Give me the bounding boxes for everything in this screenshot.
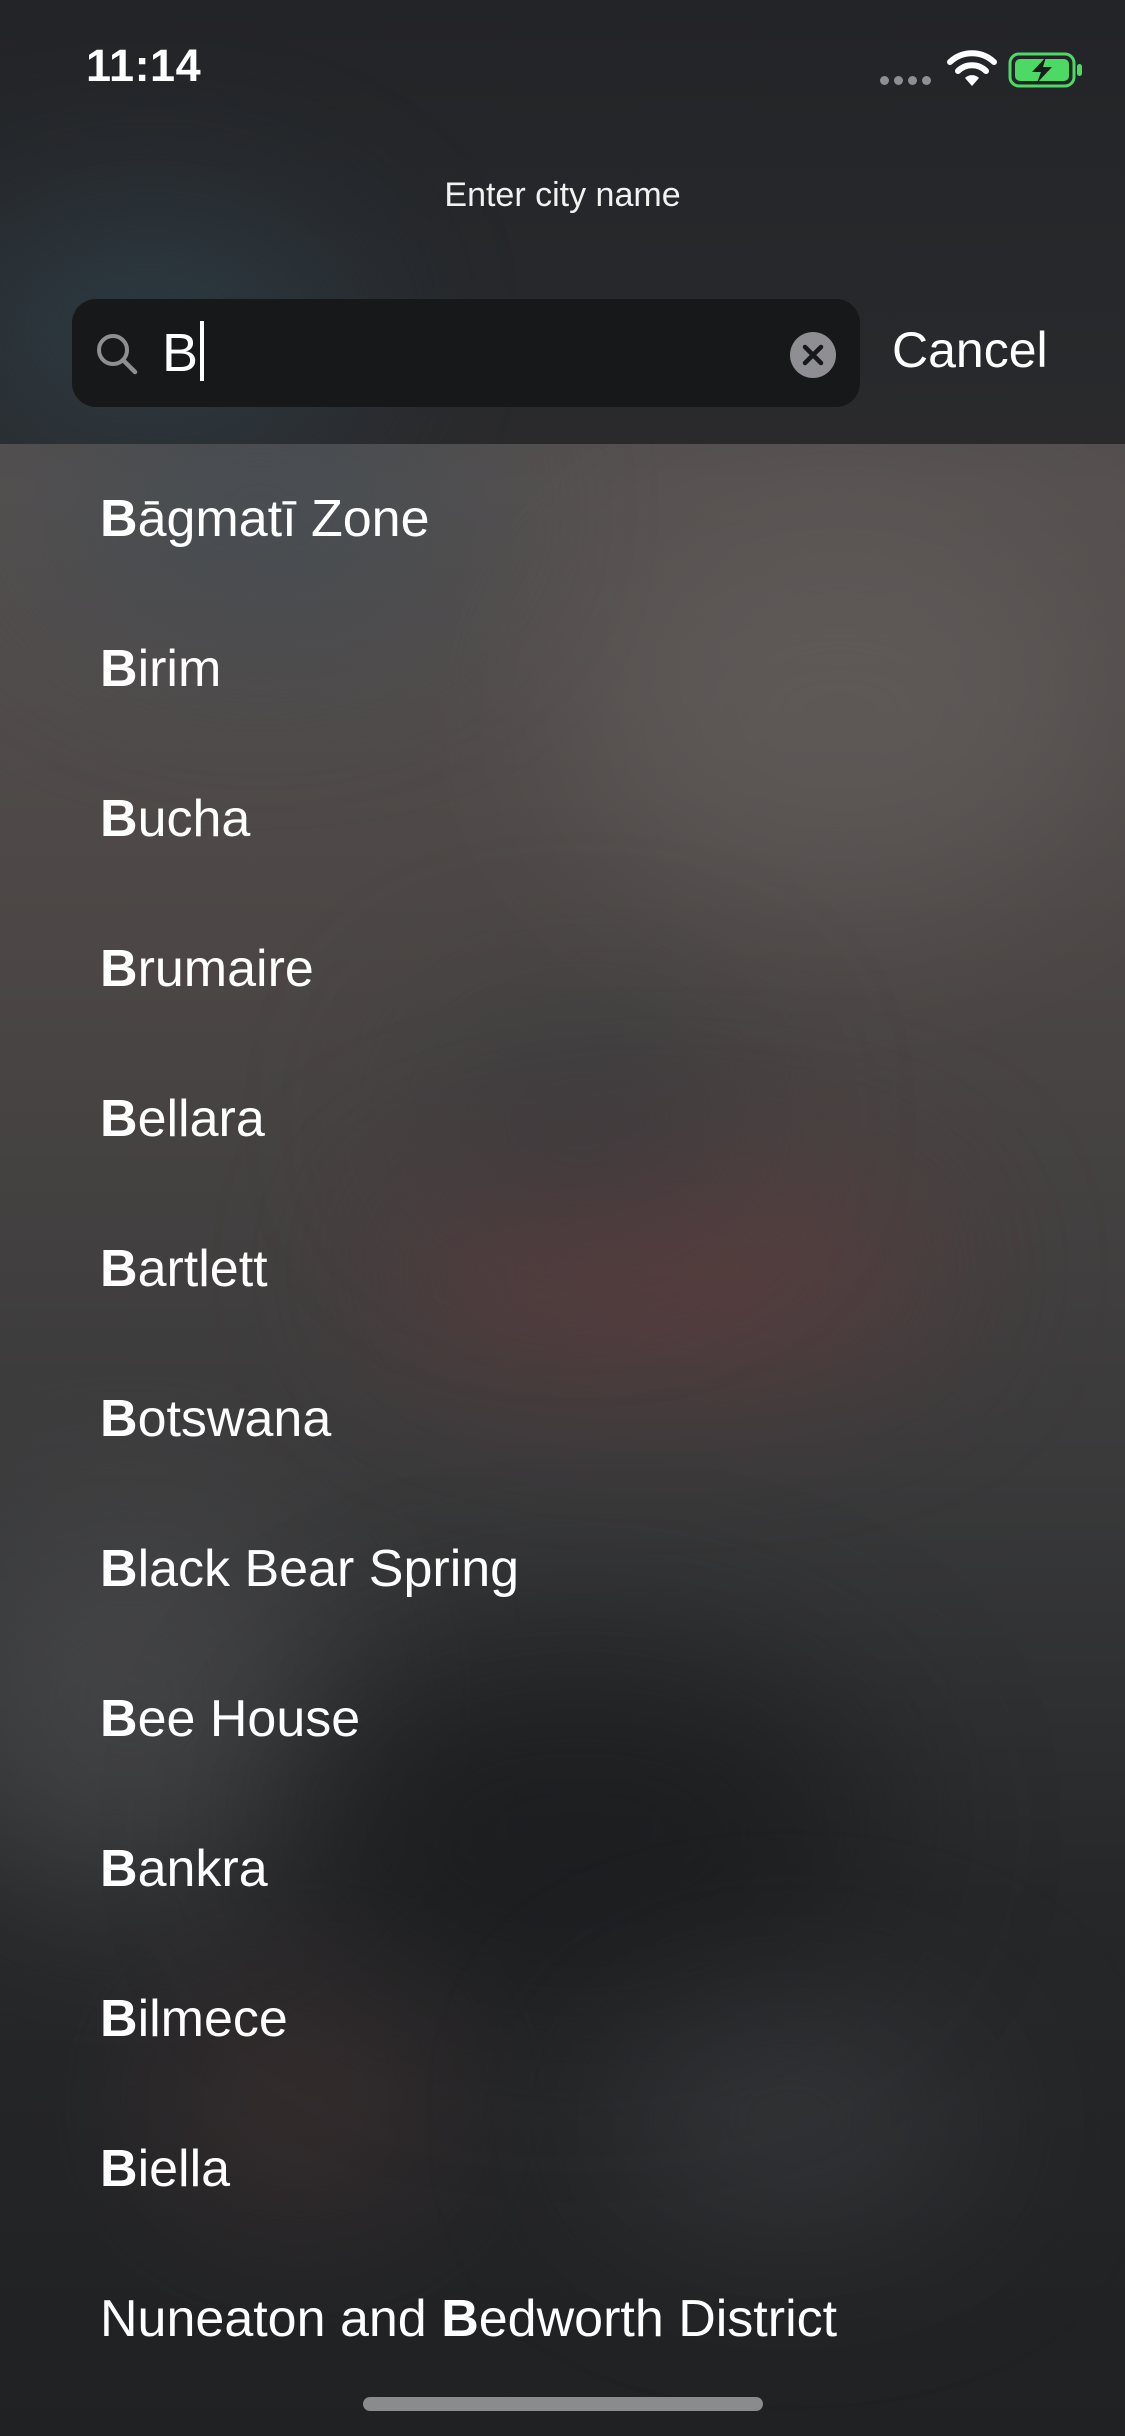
list-item[interactable]: Bankra xyxy=(100,1839,268,1899)
status-time: 11:14 xyxy=(86,40,202,91)
list-item[interactable]: Bucha xyxy=(100,789,250,849)
screen: 11:14 Enter city name B Cancel Bāgmatī Z… xyxy=(0,0,1125,2436)
wifi-icon xyxy=(947,50,997,86)
list-item[interactable]: Bee House xyxy=(100,1689,360,1749)
battery-charging-icon xyxy=(1008,52,1082,88)
page-title: Enter city name xyxy=(444,176,681,214)
list-item[interactable]: Bilmece xyxy=(100,1989,288,2049)
list-item[interactable]: Black Bear Spring xyxy=(100,1539,519,1599)
clear-search-icon[interactable] xyxy=(790,332,836,378)
search-input-value[interactable]: B xyxy=(162,321,205,385)
list-item[interactable]: Bāgmatī Zone xyxy=(100,489,430,549)
text-caret xyxy=(200,321,205,381)
search-icon xyxy=(97,334,138,375)
home-indicator[interactable] xyxy=(363,2397,763,2411)
list-item[interactable]: Nuneaton and Bedworth District xyxy=(100,2289,837,2349)
list-item[interactable]: Biella xyxy=(100,2139,230,2199)
search-header: 11:14 Enter city name B Cancel xyxy=(0,0,1125,444)
list-item[interactable]: Bartlett xyxy=(100,1239,268,1299)
list-item[interactable]: Bellara xyxy=(100,1089,265,1149)
search-input[interactable]: B xyxy=(72,299,860,407)
list-item[interactable]: Botswana xyxy=(100,1389,331,1449)
list-item[interactable]: Birim xyxy=(100,639,221,699)
list-item[interactable]: Brumaire xyxy=(100,939,314,999)
cancel-button[interactable]: Cancel xyxy=(892,321,1048,379)
status-bar: 11:14 xyxy=(0,0,1125,132)
